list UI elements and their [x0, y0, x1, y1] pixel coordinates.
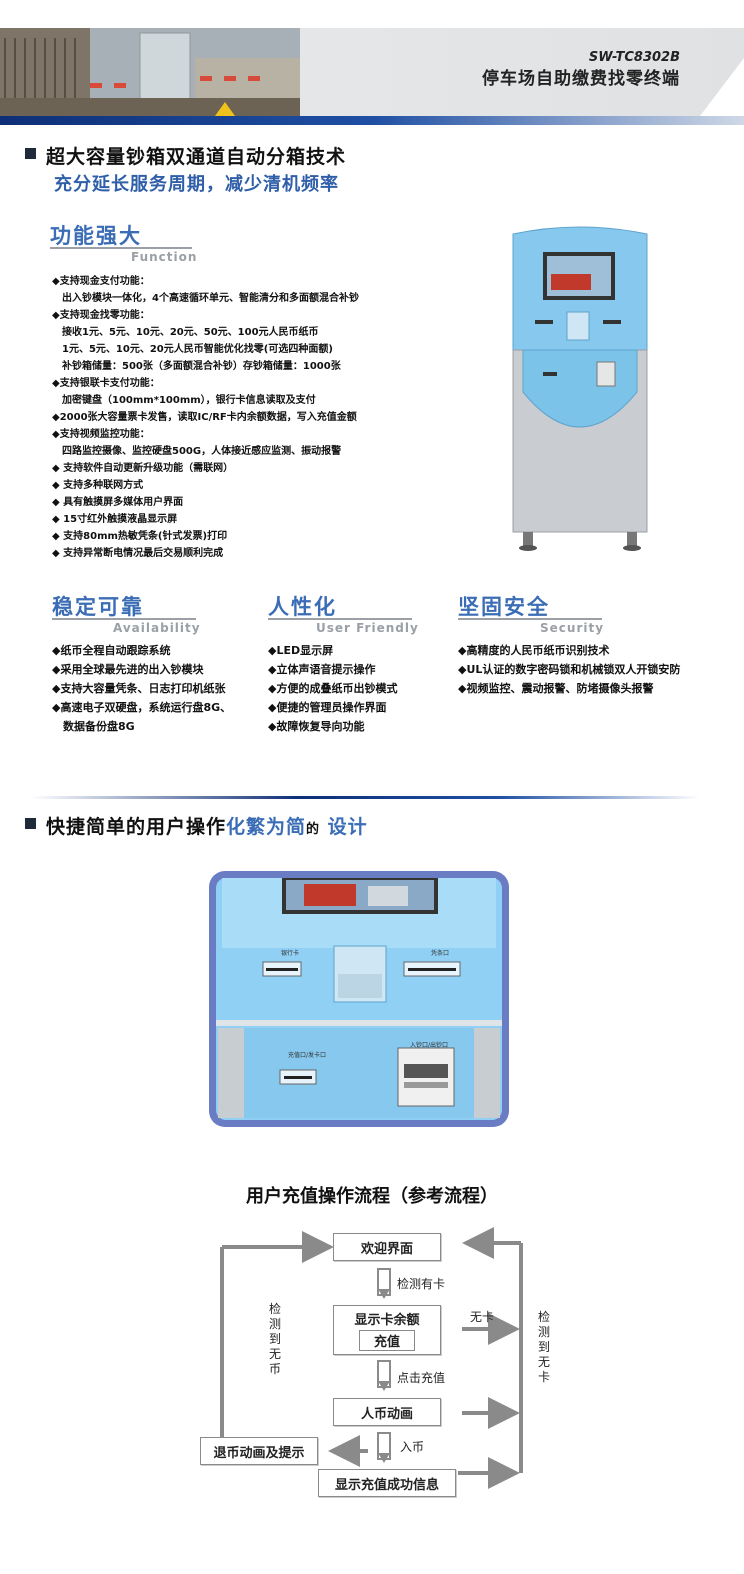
function-item: ◆ 支持80mm热敏凭条(针式发票)打印	[52, 531, 228, 542]
flow-label-click-recharge: 点击充值	[397, 1371, 446, 1385]
friendly-list: ◆LED显示屏 ◆立体声语音提示操作 ◆方便的成叠纸币出钞模式 ◆便捷的管理员操作界面…	[268, 641, 448, 736]
availability-item: ◆采用全球最先进的出入钞模块	[52, 663, 204, 676]
function-item: 接收1元、5元、10元、20元、50元、100元人民币纸币	[52, 327, 319, 338]
section-divider	[30, 796, 700, 799]
function-item: 1元、5元、10元、20元人民币智能优化找零(可选四种面额)	[52, 344, 333, 355]
function-item: ◆支持视频监控功能：	[52, 429, 150, 440]
function-item: ◆ 具有触摸屏多媒体用户界面	[52, 497, 184, 508]
flow-label-no-coin: 检测到无币	[268, 1302, 281, 1376]
function-item: ◆2000张大容量票卡发售，读取IC/RF卡内余额数据，写入充值金额	[52, 412, 357, 423]
availability-item: ◆高速电子双硬盘，系统运行盘8G、	[52, 701, 232, 714]
availability-item: ◆支持大容量凭条、日志打印机纸张	[52, 682, 226, 695]
section2-title-a: 快捷简单的用户操作	[46, 816, 227, 838]
friendly-item: ◆立体声语音提示操作	[268, 663, 376, 676]
function-item: 出入钞模块一体化，4个高速循环单元、智能清分和多面额混合补钞	[52, 293, 359, 304]
section2-title-d: 设计	[327, 816, 368, 838]
function-item: 四路监控摄像、监控硬盘500G，人体接近感应监测、振动报警	[52, 446, 342, 457]
flow-label-detect-card: 检测有卡	[397, 1277, 446, 1291]
function-item: ◆ 15寸红外触摸液晶显示屏	[52, 514, 178, 525]
section1-subtitle: 充分延长服务周期，减少清机频率	[54, 174, 339, 195]
panel-label-cash-slot: 入钞口/出钞口	[410, 1042, 449, 1049]
security-title: 坚固安全	[458, 595, 550, 619]
availability-underline	[52, 618, 196, 620]
availability-list: ◆纸币全程自动跟踪系统 ◆采用全球最先进的出入钞模块 ◆支持大容量凭条、日志打印机纸…	[52, 641, 262, 736]
flow-title: 用户充值操作流程（参考流程）	[246, 1186, 498, 1207]
product-name: 停车场自助缴费找零终端	[482, 69, 680, 89]
flow-step-balance: 显示卡余额 充值	[333, 1305, 441, 1355]
function-item: ◆ 支持异常断电情况最后交易顺利完成	[52, 548, 224, 559]
friendly-title: 人性化	[268, 595, 337, 619]
banner-blue-stripe	[0, 116, 744, 125]
bullet-square	[25, 818, 36, 829]
friendly-item: ◆方便的成叠纸币出钞模式	[268, 682, 398, 695]
function-item: ◆支持现金找零功能：	[52, 310, 150, 321]
function-item: 补钞箱储量：500张（多面额混合补钞）存钞箱储量：1000张	[52, 361, 341, 372]
flow-step-welcome: 欢迎界面	[333, 1233, 441, 1261]
security-item: ◆UL认证的数字密码锁和机械锁双人开锁安防	[458, 663, 681, 676]
friendly-subtitle: User Friendly	[316, 621, 419, 635]
bullet-square	[25, 148, 36, 159]
flow-step-insert-anim: 人币动画	[333, 1398, 441, 1426]
section1-title: 超大容量钞箱双通道自动分箱技术	[46, 146, 347, 168]
availability-subtitle: Availability	[113, 621, 201, 635]
security-subtitle: Security	[540, 621, 605, 635]
function-item: 加密键盘（100mm*100mm），银行卡信息读取及支付	[52, 395, 316, 406]
function-title: 功能强大	[50, 224, 142, 248]
function-list: ◆支持现金支付功能： 出入钞模块一体化，4个高速循环单元、智能清分和多面额混合补…	[52, 273, 472, 562]
security-underline	[458, 618, 602, 620]
flow-step-recharge-button: 充值	[358, 1330, 415, 1351]
flow-label-no-card: 无卡	[470, 1310, 495, 1324]
availability-item: 数据备份盘8G	[52, 720, 135, 733]
banner-photo	[0, 28, 300, 116]
flow-label-insert-cash: 入币	[400, 1440, 425, 1454]
flow-label-no-card-side: 检测到无卡	[537, 1310, 550, 1384]
panel-label-bank-card: 银行卡	[281, 950, 300, 957]
function-subtitle: Function	[131, 250, 198, 264]
kiosk-illustration	[505, 222, 655, 552]
panel-label-receipt: 凭条口	[431, 950, 450, 957]
flow-step-return-anim: 退币动画及提示	[200, 1437, 318, 1465]
section2-title-c: 的	[306, 822, 321, 837]
security-list: ◆高精度的人民币纸币识别技术 ◆UL认证的数字密码锁和机械锁双人开锁安防 ◆视频监控…	[458, 641, 728, 698]
friendly-item: ◆故障恢复导向功能	[268, 720, 365, 733]
availability-item: ◆纸币全程自动跟踪系统	[52, 644, 171, 657]
function-underline	[50, 247, 192, 249]
friendly-item: ◆LED显示屏	[268, 644, 334, 657]
security-item: ◆视频监控、震动报警、防堵摄像头报警	[458, 682, 654, 695]
section2-title-b: 化繁为简	[226, 816, 307, 838]
friendly-underline	[268, 618, 412, 620]
flow-step-success: 显示充值成功信息	[318, 1469, 456, 1497]
section2-title: 快捷简单的用户操作化繁为简的 设计	[46, 812, 368, 839]
product-model: SW-TC8302B	[588, 50, 680, 65]
flow-step-balance-label: 显示卡余额	[354, 1313, 420, 1328]
function-item: ◆支持现金支付功能：	[52, 276, 150, 287]
panel-illustration	[208, 870, 510, 1128]
function-item: ◆ 支持多种联网方式	[52, 480, 144, 491]
function-item: ◆支持银联卡支付功能：	[52, 378, 160, 389]
panel-label-card-slot: 充值口/发卡口	[288, 1052, 327, 1059]
availability-title: 稳定可靠	[52, 595, 144, 619]
friendly-item: ◆便捷的管理员操作界面	[268, 701, 387, 714]
function-item: ◆ 支持软件自动更新升级功能（需联网）	[52, 463, 234, 474]
security-item: ◆高精度的人民币纸币识别技术	[458, 644, 610, 657]
